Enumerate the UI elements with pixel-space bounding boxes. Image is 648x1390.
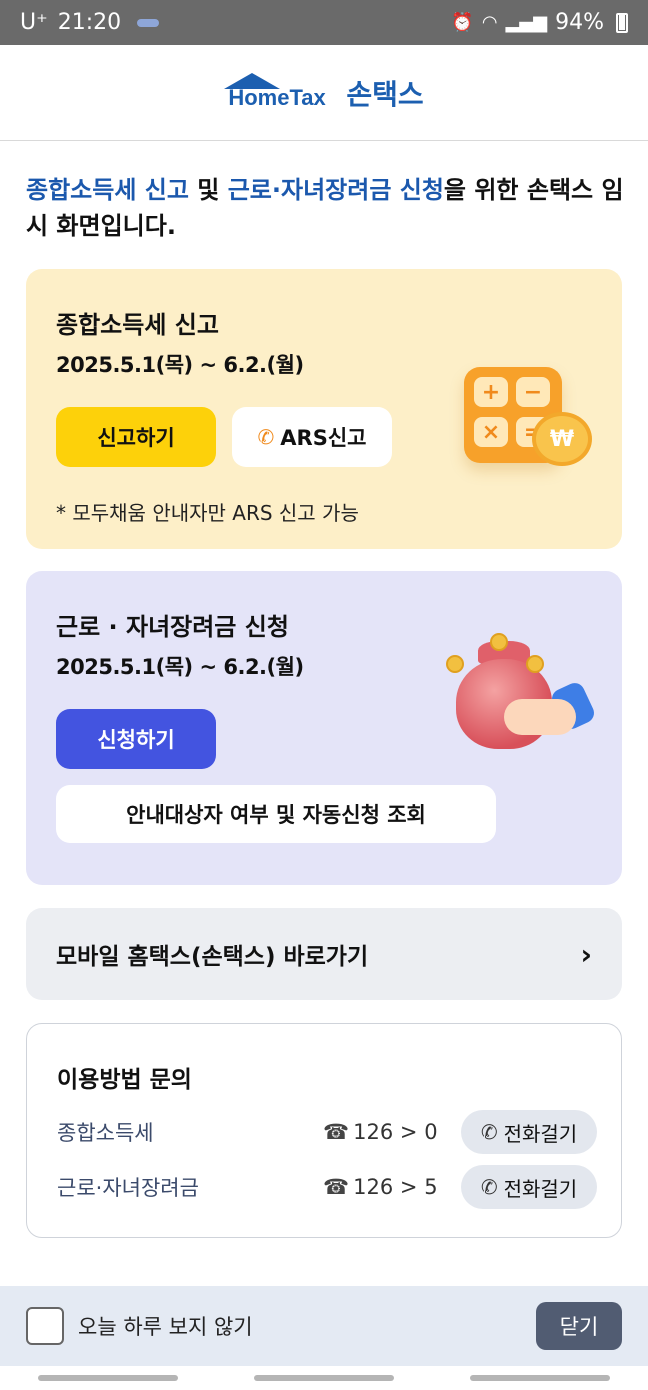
intro-highlight-incentive: 근로·자녀장려금 신청 [227, 176, 444, 204]
plus-key: + [474, 377, 508, 407]
coin-icon [526, 655, 544, 673]
inquiry-row-income: 종합소득세 ☎ 126 > 0 ✆ 전화걸기 [57, 1110, 597, 1154]
application-period: 2025.5.1(목) ~ 6.2.(월) [56, 655, 304, 679]
income-tax-card: 종합소득세 신고 2025.5.1(목) ~ 6.2.(월) 신고하기 ✆ AR… [26, 269, 622, 549]
call-button[interactable]: ✆ 전화걸기 [461, 1165, 597, 1209]
phone-number: ☎ 126 > 5 [323, 1175, 438, 1199]
intro-highlight-income: 종합소득세 신고 [26, 176, 189, 204]
clock: 21:20 [57, 10, 122, 35]
intro-text: 종합소득세 신고 및 근로·자녀장려금 신청을 위한 손택스 임시 화면입니다. [26, 172, 626, 244]
logo-text: HomeTax [228, 84, 326, 110]
hometax-logo: HomeTax [224, 72, 336, 113]
nav-home[interactable] [254, 1375, 394, 1381]
phone-number-text: 126 > 0 [353, 1120, 438, 1144]
ars-file-button[interactable]: ✆ ARS신고 [232, 407, 392, 467]
hand-icon [504, 699, 576, 735]
card-title: 근로 · 자녀장려금 신청 [56, 613, 289, 641]
intro-connector: 및 [188, 176, 228, 204]
shortcut-label: 모바일 홈택스(손택스) 바로가기 [56, 944, 369, 970]
brand-name: 손택스 [346, 77, 424, 111]
telephone-icon: ☎ [323, 1120, 350, 1144]
inquiry-label: 종합소득세 [57, 1121, 154, 1145]
chevron-right-icon: › [580, 937, 592, 971]
eligibility-lookup-button[interactable]: 안내대상자 여부 및 자동신청 조회 [56, 785, 496, 843]
phone-icon: ✆ [480, 1120, 498, 1144]
inquiry-title: 이용방법 문의 [57, 1067, 192, 1093]
filing-period: 2025.5.1(목) ~ 6.2.(월) [56, 353, 304, 377]
phone-icon: ✆ [480, 1175, 498, 1199]
card-title: 종합소득세 신고 [56, 311, 219, 339]
multiply-key: × [474, 417, 508, 447]
apply-button[interactable]: 신청하기 [56, 709, 216, 769]
notification-icon [137, 18, 160, 27]
coin-icon [446, 655, 464, 673]
wifi-icon: ◠ [481, 12, 498, 33]
call-button[interactable]: ✆ 전화걸기 [461, 1110, 597, 1154]
nav-recents[interactable] [38, 1375, 178, 1381]
phone-number: ☎ 126 > 0 [323, 1120, 438, 1144]
phone-number-text: 126 > 5 [353, 1175, 438, 1199]
system-nav-bar [0, 1366, 648, 1390]
inquiry-row-incentive: 근로·자녀장려금 ☎ 126 > 5 ✆ 전화걸기 [57, 1165, 597, 1209]
signal-icon: ▂▄▆ [505, 12, 548, 33]
phone-icon: ✆ [257, 425, 275, 449]
status-bar: U⁺ 21:20 ⏰ ◠ ▂▄▆ 94% [0, 0, 648, 45]
call-button-label: 전화걸기 [503, 1176, 578, 1201]
coin-icon [490, 633, 508, 651]
inquiry-label: 근로·자녀장려금 [57, 1176, 199, 1200]
nav-back[interactable] [470, 1375, 610, 1381]
app-header: HomeTax 손택스 [0, 45, 648, 141]
carrier-label: U⁺ [20, 10, 48, 35]
battery-icon [616, 12, 628, 33]
mobile-hometax-shortcut[interactable]: 모바일 홈택스(손택스) 바로가기 › [26, 908, 622, 1000]
won-coin-icon: ₩ [532, 412, 592, 466]
ars-button-label: ARS신고 [280, 426, 367, 450]
alarm-icon: ⏰ [451, 12, 474, 33]
bottom-bar: 오늘 하루 보지 않기 닫기 [0, 1286, 648, 1366]
inquiry-box: 이용방법 문의 종합소득세 ☎ 126 > 0 ✆ 전화걸기 근로·자녀장려금 ☎… [26, 1023, 622, 1238]
ars-note: * 모두채움 안내자만 ARS 신고 가능 [56, 501, 359, 525]
file-tax-button[interactable]: 신고하기 [56, 407, 216, 467]
hide-today-label[interactable]: 오늘 하루 보지 않기 [78, 1311, 253, 1341]
battery-percent: 94% [555, 10, 604, 35]
call-button-label: 전화걸기 [503, 1121, 578, 1146]
close-button[interactable]: 닫기 [536, 1302, 622, 1350]
incentive-card: 근로 · 자녀장려금 신청 2025.5.1(목) ~ 6.2.(월) 신청하기… [26, 571, 622, 885]
hide-today-checkbox[interactable] [26, 1307, 64, 1345]
minus-key: − [516, 377, 550, 407]
telephone-icon: ☎ [323, 1175, 350, 1199]
